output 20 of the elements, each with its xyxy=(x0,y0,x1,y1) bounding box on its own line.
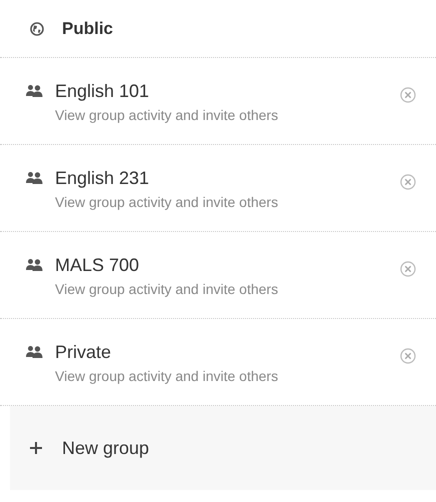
plus-icon xyxy=(30,442,42,454)
close-icon[interactable] xyxy=(400,87,416,103)
group-name[interactable]: English 231 xyxy=(55,168,400,189)
users-icon xyxy=(26,345,43,358)
close-icon[interactable] xyxy=(400,348,416,364)
globe-icon xyxy=(30,22,44,36)
group-subtitle: View group activity and invite others xyxy=(55,107,280,123)
group-subtitle: View group activity and invite others xyxy=(55,281,280,297)
group-name[interactable]: Private xyxy=(55,342,400,363)
new-group-button[interactable]: New group xyxy=(10,406,436,490)
close-icon[interactable] xyxy=(400,174,416,190)
users-icon xyxy=(26,258,43,271)
group-name[interactable]: English 101 xyxy=(55,81,400,102)
users-icon xyxy=(26,84,43,97)
group-name[interactable]: MALS 700 xyxy=(55,255,400,276)
group-subtitle: View group activity and invite others xyxy=(55,368,280,384)
section-title: Public xyxy=(62,18,114,38)
users-icon xyxy=(26,171,43,184)
close-icon[interactable] xyxy=(400,261,416,277)
group-subtitle: View group activity and invite others xyxy=(55,194,280,210)
